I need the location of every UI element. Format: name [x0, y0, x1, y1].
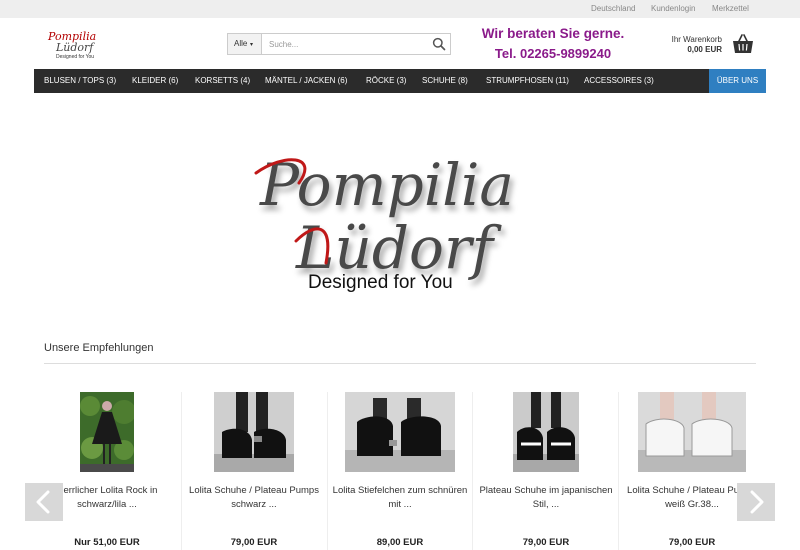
- nav-item-strumpfhosen[interactable]: STRUMPFHOSEN (11): [486, 69, 569, 93]
- product-card[interactable]: Herrlicher Lolita Rock in schwarz/lila .…: [37, 392, 177, 550]
- divider: [472, 392, 473, 550]
- caret-down-icon: ▾: [248, 42, 254, 48]
- basket-icon: [733, 34, 753, 53]
- product-price: 79,00 EUR: [522, 537, 570, 548]
- product-title[interactable]: Plateau Schuhe im japanischen Stil, ...: [476, 484, 616, 512]
- wishlist-link[interactable]: Merkzettel: [712, 4, 749, 13]
- chevron-left-icon: [36, 490, 50, 514]
- nav-item-korsetts[interactable]: KORSETTS (4): [195, 69, 250, 93]
- header: Pompilia Lüdorf Designed for You Alle ▾ …: [0, 18, 800, 68]
- nav-item-maentel-jacken[interactable]: MÄNTEL / JACKEN (6): [265, 69, 347, 93]
- divider: [181, 392, 182, 550]
- search-category-label: Alle: [234, 39, 248, 48]
- nav-item-accessoires[interactable]: ACCESSOIRES (3): [584, 69, 654, 93]
- nav-item-kleider[interactable]: KLEIDER (6): [132, 69, 178, 93]
- product-image[interactable]: [513, 392, 579, 472]
- hero-logo-graphic: Pompilia Lüdorf: [254, 151, 514, 282]
- country-selector[interactable]: Deutschland: [591, 4, 635, 13]
- logo-line-2: Lüdorf: [56, 41, 94, 54]
- logo-line-3: Designed for You: [56, 54, 95, 60]
- nav-item-blusen-tops[interactable]: BLUSEN / TOPS (3): [44, 69, 116, 93]
- product-card[interactable]: Lolita Schuhe / Plateau Pumps weiß Gr.38…: [622, 392, 762, 550]
- divider: [327, 392, 328, 550]
- nav-item-ueber-uns[interactable]: ÜBER UNS: [709, 69, 766, 93]
- main-navigation: BLUSEN / TOPS (3) KLEIDER (6) KORSETTS (…: [34, 69, 766, 93]
- product-card[interactable]: Lolita Stiefelchen zum schnüren mit ... …: [330, 392, 470, 550]
- slider-prev-button[interactable]: [25, 483, 63, 521]
- chevron-right-icon: [750, 490, 764, 514]
- cart-label: Ihr Warenkorb: [671, 35, 722, 44]
- product-price: 89,00 EUR: [376, 537, 424, 548]
- product-image[interactable]: [80, 392, 134, 472]
- recommendations-heading: Unsere Empfehlungen: [44, 342, 154, 354]
- customer-login-link[interactable]: Kundenlogin: [651, 4, 695, 13]
- product-image[interactable]: [345, 392, 455, 472]
- slider-next-button[interactable]: [737, 483, 775, 521]
- search-button[interactable]: [432, 37, 446, 51]
- top-bar: Deutschland Kundenlogin Merkzettel: [0, 0, 800, 18]
- divider: [44, 363, 756, 364]
- search-bar: Alle ▾: [227, 33, 451, 55]
- cart-amount: 0,00 EUR: [687, 45, 722, 54]
- product-card[interactable]: Plateau Schuhe im japanischen Stil, ... …: [476, 392, 616, 550]
- product-price: Nur 51,00 EUR: [74, 537, 140, 548]
- nav-item-roecke[interactable]: RÖCKE (3): [366, 69, 406, 93]
- search-input[interactable]: [263, 34, 428, 54]
- advice-text: Wir beraten Sie gerne.: [481, 26, 625, 41]
- product-image[interactable]: [214, 392, 294, 472]
- nav-item-schuhe[interactable]: SCHUHE (8): [422, 69, 468, 93]
- product-title[interactable]: Lolita Schuhe / Plateau Pumps schwarz ..…: [184, 484, 324, 512]
- hero-banner[interactable]: Pompilia Lüdorf: [34, 93, 766, 330]
- product-price: 79,00 EUR: [668, 537, 716, 548]
- hero-tagline: Designed for You: [308, 272, 453, 293]
- cart-widget[interactable]: Ihr Warenkorb 0,00 EUR: [650, 32, 770, 62]
- phone-number[interactable]: Tel. 02265-9899240: [478, 46, 628, 61]
- search-category-dropdown[interactable]: Alle ▾: [228, 34, 262, 54]
- product-card[interactable]: Lolita Schuhe / Plateau Pumps schwarz ..…: [184, 392, 324, 550]
- search-icon: [432, 37, 446, 51]
- product-title[interactable]: Lolita Stiefelchen zum schnüren mit ...: [330, 484, 470, 512]
- product-image[interactable]: [638, 392, 746, 472]
- product-price: 79,00 EUR: [230, 537, 278, 548]
- divider: [618, 392, 619, 550]
- site-logo[interactable]: Pompilia Lüdorf Designed for You: [46, 30, 106, 62]
